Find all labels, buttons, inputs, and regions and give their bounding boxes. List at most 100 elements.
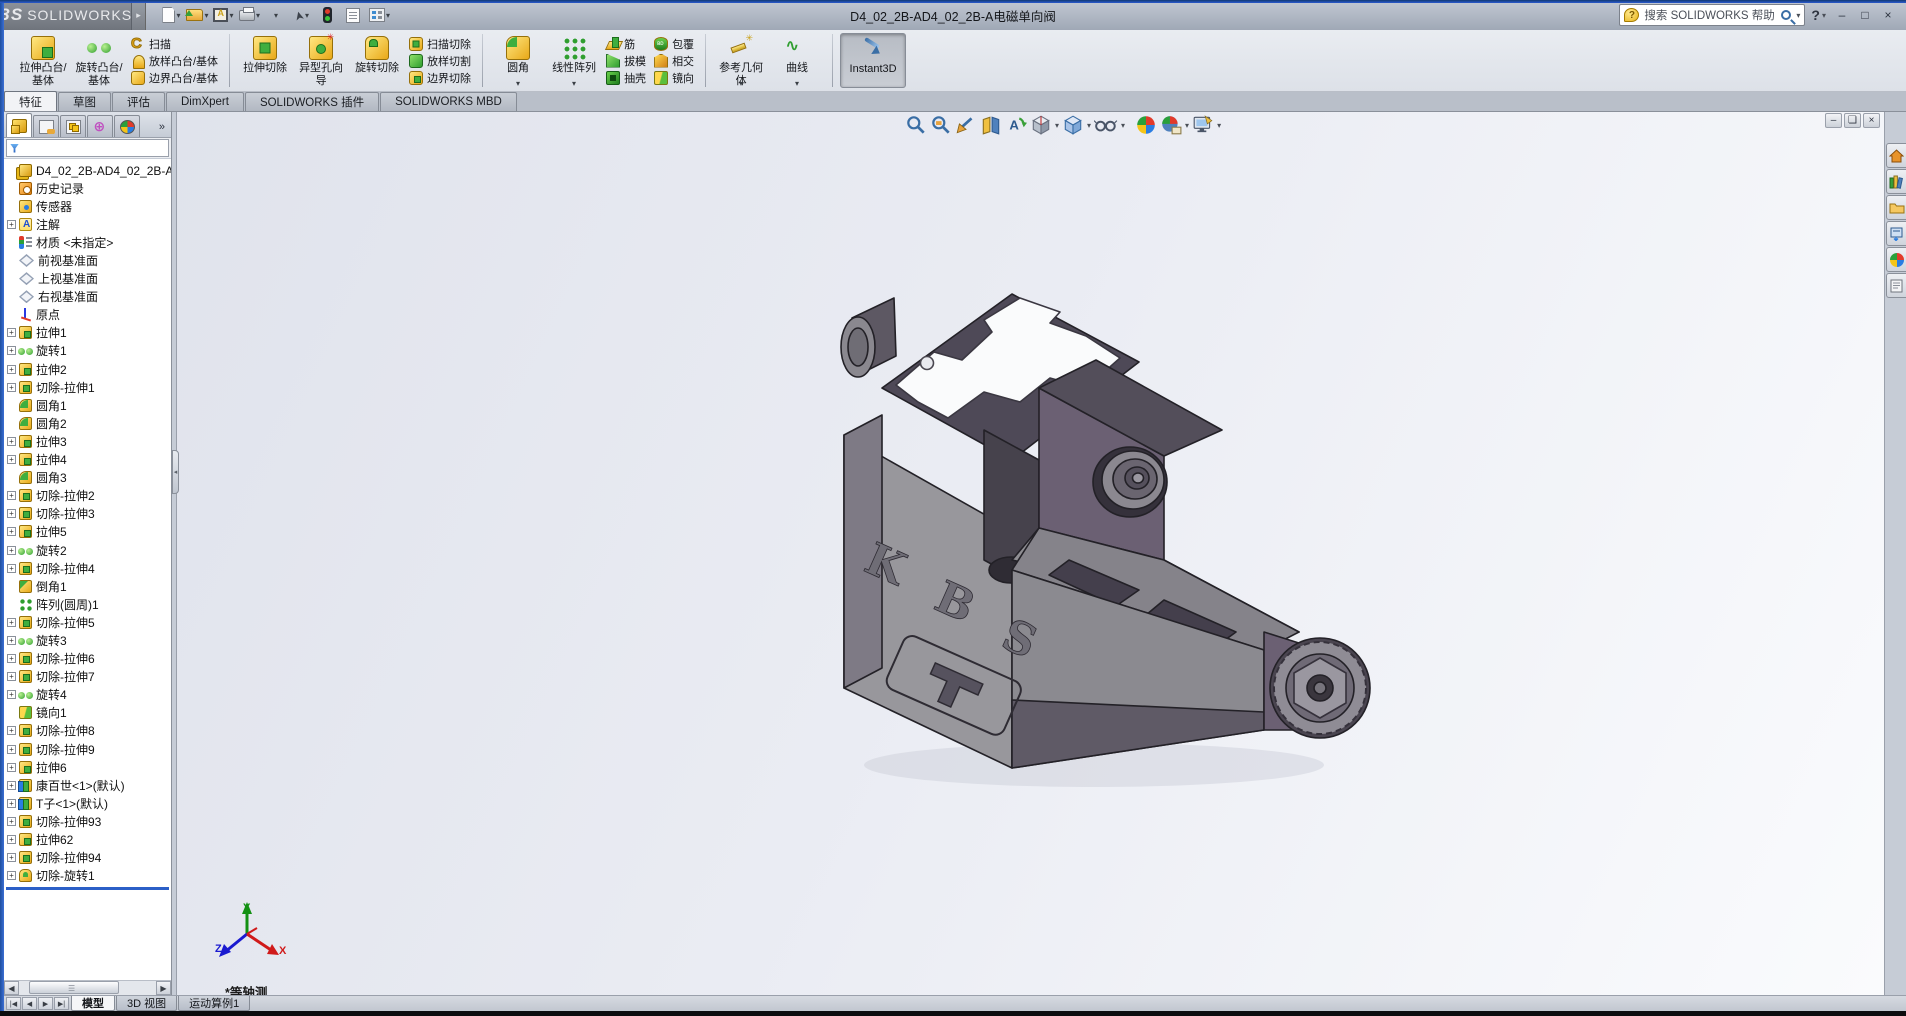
scroll-right-icon[interactable]: ▶ xyxy=(156,981,171,995)
ribbon-big-button[interactable]: 拉伸切除 xyxy=(237,33,293,88)
tree-filter-bar[interactable] xyxy=(6,139,169,157)
tree-item[interactable]: + 切除-拉伸7 xyxy=(6,668,171,686)
doc-minimize-button[interactable]: – xyxy=(1825,113,1842,128)
search-box[interactable]: ? 搜索 SOLIDWORKS 帮助 ▾ xyxy=(1619,4,1805,26)
search-scope-caret-icon[interactable]: ▾ xyxy=(1796,11,1800,20)
display-style-icon[interactable] xyxy=(1062,114,1084,136)
panel-horizontal-scrollbar[interactable]: ◀ ▶ xyxy=(4,980,171,995)
study-tab[interactable]: 模型 xyxy=(71,996,115,1011)
study-tab[interactable]: 运动算例1 xyxy=(178,996,250,1011)
expand-box[interactable]: + xyxy=(7,365,16,374)
expand-box[interactable]: + xyxy=(7,220,16,229)
scroll-left-icon[interactable]: ◀ xyxy=(4,981,19,995)
tree-item[interactable]: 倒角1 xyxy=(6,577,171,595)
expand-box[interactable]: + xyxy=(7,564,16,573)
tree-item[interactable]: 上视基准面 xyxy=(6,270,171,288)
graphics-viewport[interactable]: A ▾ ▾ ▾ ▾ ▾ – ❏ × xyxy=(177,112,1884,995)
section-view-icon[interactable] xyxy=(980,114,1002,136)
ribbon-big-button[interactable]: 拉伸凸台/基体 xyxy=(15,33,71,88)
quick-access-button[interactable] xyxy=(342,3,366,27)
rollback-bar[interactable] xyxy=(6,887,169,890)
study-tab-nav-button[interactable]: ▶ xyxy=(38,997,53,1010)
ribbon-small-button[interactable]: 镜向 xyxy=(654,69,694,86)
expand-box[interactable]: + xyxy=(7,546,16,555)
panel-more-chevron[interactable]: » xyxy=(159,121,169,137)
tree-item[interactable]: + 切除-拉伸9 xyxy=(6,740,171,758)
doc-close-button[interactable]: × xyxy=(1863,113,1880,128)
expand-box[interactable]: + xyxy=(7,745,16,754)
tree-item[interactable]: 前视基准面 xyxy=(6,251,171,269)
ribbon-small-button[interactable]: 扫描 xyxy=(131,35,218,52)
ribbon-tab[interactable]: DimXpert xyxy=(166,92,244,111)
tree-item[interactable]: + 切除-拉伸6 xyxy=(6,650,171,668)
tree-item[interactable]: + 拉伸2 xyxy=(6,360,171,378)
expand-box[interactable]: + xyxy=(7,853,16,862)
quick-access-button[interactable]: ▾ xyxy=(212,3,236,27)
ribbon-big-button[interactable]: 线性阵列 xyxy=(546,33,602,88)
taskpane-tab-custom-properties[interactable] xyxy=(1886,273,1906,298)
tree-item[interactable]: + 康百世<1>(默认) xyxy=(6,776,171,794)
tree-item[interactable]: + T子<1>(默认) xyxy=(6,794,171,812)
expand-box[interactable]: + xyxy=(7,527,16,536)
taskpane-tab-solidworks-resources[interactable] xyxy=(1886,143,1906,168)
tree-item[interactable]: 历史记录 xyxy=(6,179,171,197)
expand-box[interactable]: + xyxy=(7,817,16,826)
tree-item[interactable]: + 切除-拉伸5 xyxy=(6,613,171,631)
panel-tab[interactable] xyxy=(33,115,59,137)
quick-access-button[interactable]: ▾ xyxy=(368,3,392,27)
study-tab[interactable]: 3D 视图 xyxy=(116,996,177,1011)
view-orientation-icon[interactable] xyxy=(1030,114,1052,136)
expand-box[interactable]: + xyxy=(7,491,16,500)
expand-box[interactable]: + xyxy=(7,672,16,681)
ribbon-small-button[interactable]: 包覆 xyxy=(654,35,694,52)
tree-item[interactable]: + 拉伸6 xyxy=(6,758,171,776)
logo-flyout-arrow[interactable]: ▸ xyxy=(132,0,146,30)
taskpane-tab-appearances[interactable] xyxy=(1886,247,1906,272)
study-tab-nav-button[interactable]: ◀ xyxy=(22,997,37,1010)
tree-item[interactable]: + 切除-拉伸2 xyxy=(6,487,171,505)
ribbon-big-button[interactable]: 旋转凸台/基体 xyxy=(71,33,127,88)
tree-item[interactable]: + 切除-拉伸93 xyxy=(6,812,171,830)
tree-item[interactable]: 圆角3 xyxy=(6,469,171,487)
quick-access-button[interactable]: ▾ xyxy=(290,3,314,27)
ribbon-tab[interactable]: 特征 xyxy=(4,91,57,111)
expand-box[interactable]: + xyxy=(7,763,16,772)
window-control-button[interactable]: □ xyxy=(1855,6,1875,24)
ribbon-tab[interactable]: SOLIDWORKS 插件 xyxy=(245,92,379,111)
ribbon-big-button[interactable]: 参考几何体 xyxy=(713,33,769,88)
tree-item[interactable]: 传感器 xyxy=(6,197,171,215)
expand-box[interactable]: + xyxy=(7,871,16,880)
tree-item[interactable]: 阵列(圆周)1 xyxy=(6,595,171,613)
tree-item[interactable]: + 拉伸3 xyxy=(6,432,171,450)
taskpane-tab-view-palette[interactable] xyxy=(1886,221,1906,246)
ribbon-small-button[interactable]: 拔模 xyxy=(606,52,646,69)
view-settings-icon[interactable] xyxy=(1192,114,1214,136)
help-button[interactable]: ?▾ xyxy=(1811,7,1826,23)
search-icon[interactable] xyxy=(1781,10,1791,20)
quick-access-button[interactable]: ▾ xyxy=(186,3,210,27)
tree-item[interactable]: + 拉伸5 xyxy=(6,523,171,541)
ribbon-big-button[interactable]: 旋转切除 xyxy=(349,33,405,88)
tree-item[interactable]: + 旋转2 xyxy=(6,541,171,559)
ribbon-small-button[interactable]: 抽壳 xyxy=(606,69,646,86)
expand-box[interactable]: + xyxy=(7,618,16,627)
ribbon-small-button[interactable]: 边界凸台/基体 xyxy=(131,69,218,86)
quick-access-button[interactable]: ▾ xyxy=(160,3,184,27)
search-input[interactable]: 搜索 SOLIDWORKS 帮助 xyxy=(1644,7,1776,23)
ribbon-big-button[interactable]: 曲线 xyxy=(769,33,825,88)
hide-show-items-icon[interactable] xyxy=(1094,114,1118,136)
ribbon-small-button[interactable]: 扫描切除 xyxy=(409,35,471,52)
panel-tab[interactable] xyxy=(114,115,140,137)
tree-item[interactable]: + 切除-拉伸3 xyxy=(6,505,171,523)
zoom-area-icon[interactable] xyxy=(930,114,952,136)
quick-access-button[interactable]: ▾ xyxy=(238,3,262,27)
quick-access-button[interactable] xyxy=(316,3,340,27)
ribbon-tab[interactable]: 评估 xyxy=(112,92,165,111)
tree-item[interactable]: + 注解 xyxy=(6,215,171,233)
ribbon-small-button[interactable]: 放样凸台/基体 xyxy=(131,52,218,69)
panel-tab[interactable] xyxy=(60,115,86,137)
tree-item[interactable]: + 切除-拉伸94 xyxy=(6,849,171,867)
ribbon-small-button[interactable]: 边界切除 xyxy=(409,69,471,86)
ribbon-big-button[interactable]: Instant3D xyxy=(840,33,906,88)
annotation-view-icon[interactable]: A xyxy=(1005,114,1027,136)
